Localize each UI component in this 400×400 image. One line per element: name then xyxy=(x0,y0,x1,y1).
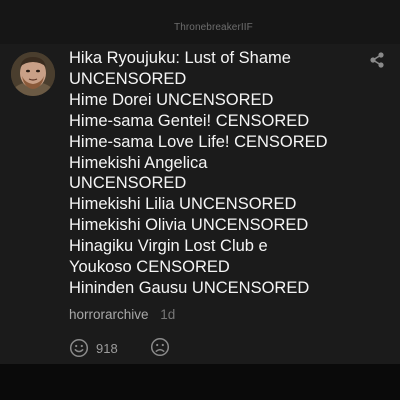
comment-line: Hika Ryoujuku: Lust of Shame xyxy=(69,49,291,67)
avatar[interactable] xyxy=(11,52,55,96)
like-count: 918 xyxy=(96,340,118,356)
comment-line: Himekishi Olivia UNCENSORED xyxy=(69,216,309,235)
avatar-image xyxy=(11,52,55,96)
comment-line: UNCENSORED xyxy=(69,69,187,88)
comment-line: Hime-sama Gentei! CENSORED xyxy=(69,111,310,130)
comment-author[interactable]: horrorarchive xyxy=(69,307,149,322)
comment-line: Himekishi Angelica xyxy=(69,153,208,172)
previous-comment-username[interactable]: ThronebreakerIIF xyxy=(174,22,253,33)
comment-timestamp: 1d xyxy=(160,307,176,322)
comment-line: UNCENSORED xyxy=(69,174,187,193)
comment-line: Hime-sama Love Life! CENSORED xyxy=(69,132,328,151)
comment-line: Hininden Gausu UNCENSORED xyxy=(69,278,310,297)
smiley-icon xyxy=(69,338,89,358)
comment-line: Youkoso CENSORED xyxy=(69,258,230,277)
sad-face-icon xyxy=(150,337,170,357)
comment-line: Hinagiku Virgin Lost Club e xyxy=(69,237,268,256)
like-button[interactable]: 918 xyxy=(69,337,118,359)
comment-line: Hime Dorei UNCENSORED xyxy=(69,90,274,109)
comment-text: Hika Ryoujuku: Lust of Shame UNCENSORED … xyxy=(69,48,369,299)
share-icon[interactable] xyxy=(368,51,386,69)
comment-meta: horrorarchive 1d xyxy=(69,307,175,322)
next-comment-area xyxy=(0,364,400,400)
previous-comment-strip: ThronebreakerIIF xyxy=(0,0,400,45)
dislike-button[interactable] xyxy=(150,337,172,359)
comment-line: Himekishi Lilia UNCENSORED xyxy=(69,195,297,214)
